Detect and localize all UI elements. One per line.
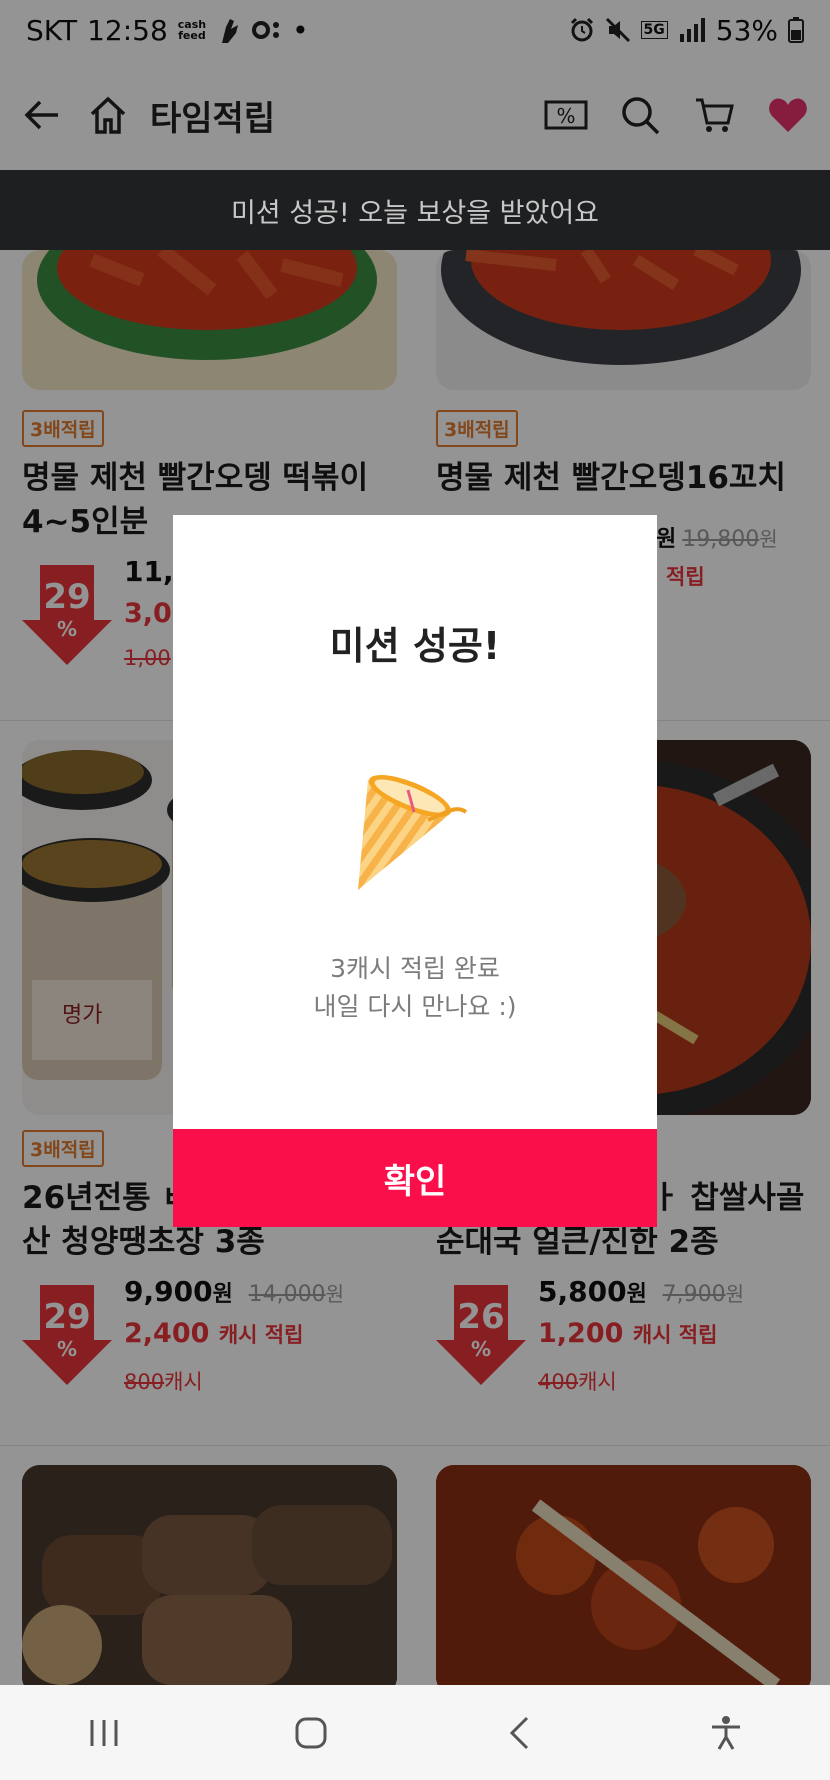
mission-success-dialog: 미션 성공! 3캐시 적립 완료 내일 다시 만나요 :) 확인 bbox=[173, 515, 657, 1227]
system-nav-bar bbox=[0, 1685, 830, 1780]
success-toast-banner: 미션 성공! 오늘 보상을 받았어요 bbox=[0, 170, 830, 250]
dialog-title: 미션 성공! bbox=[329, 624, 501, 668]
home-circle-icon[interactable] bbox=[271, 1703, 351, 1763]
party-popper-icon bbox=[338, 750, 488, 900]
accessibility-icon[interactable] bbox=[686, 1703, 766, 1763]
back-icon[interactable] bbox=[479, 1703, 559, 1763]
recent-apps-icon[interactable] bbox=[64, 1703, 144, 1763]
dialog-message: 3캐시 적립 완료 내일 다시 만나요 :) bbox=[313, 954, 517, 1021]
confirm-button[interactable]: 확인 bbox=[173, 1129, 657, 1227]
